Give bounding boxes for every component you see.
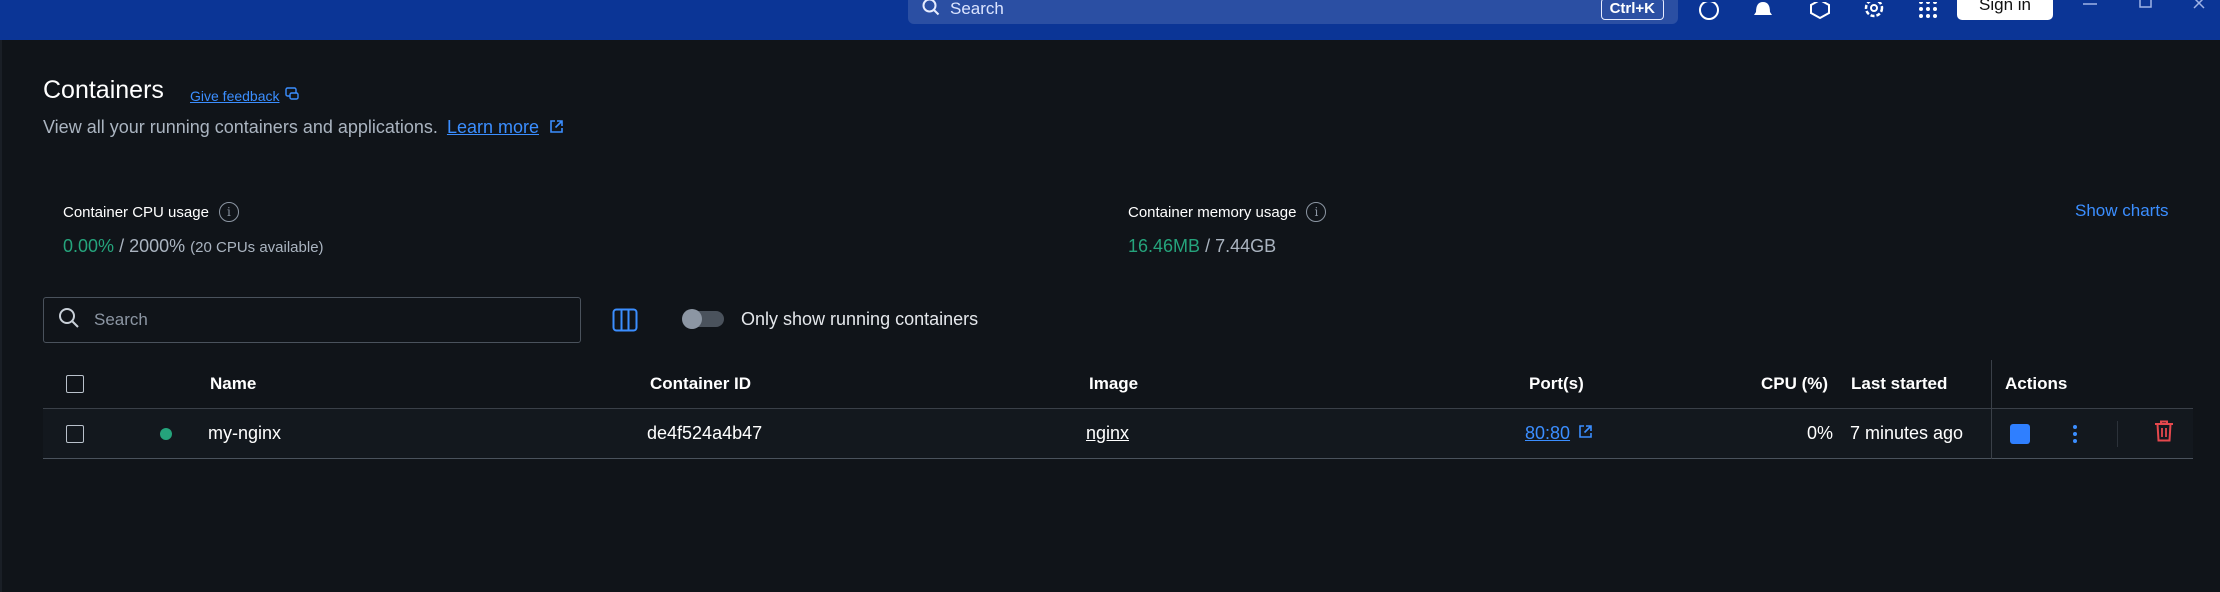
- select-all-checkbox[interactable]: [66, 375, 84, 393]
- more-actions-cell: [2073, 409, 2077, 458]
- page-subtitle: View all your running containers and app…: [43, 117, 564, 139]
- apps-grid-icon[interactable]: [1916, 2, 1940, 26]
- row-select-checkbox[interactable]: [66, 424, 84, 443]
- containers-table: Name Container ID Image Port(s) CPU (%) …: [43, 360, 2193, 459]
- minimize-window-icon[interactable]: [2080, 0, 2100, 14]
- memory-total: / 7.44GB: [1205, 236, 1277, 256]
- row-checkbox-cell: [66, 409, 84, 458]
- port-link[interactable]: 80:80: [1525, 423, 1570, 444]
- external-link-icon: [549, 118, 564, 139]
- memory-usage-value: 16.46MB / 7.44GB: [1128, 236, 1276, 257]
- cpu-total: / 2000%: [119, 236, 186, 256]
- columns-toggle-icon[interactable]: [610, 306, 640, 334]
- delete-trash-icon[interactable]: [2154, 420, 2174, 447]
- container-id: de4f524a4b47: [647, 423, 763, 443]
- help-icon[interactable]: [1697, 2, 1721, 26]
- table-row[interactable]: my-nginx de4f524a4b47 nginx 80:80 0% 7 m…: [43, 409, 2193, 459]
- ports-cell: 80:80: [1525, 409, 1593, 458]
- cpu-value: 0%: [1807, 423, 1834, 443]
- give-feedback-label: Give feedback: [190, 87, 280, 104]
- stop-cell: [2010, 409, 2030, 458]
- actions-divider: [2117, 421, 2118, 447]
- search-shortcut-badge: Ctrl+K: [1600, 0, 1664, 20]
- header-name[interactable]: Name: [210, 360, 256, 408]
- header-actions: Actions: [2005, 374, 2068, 393]
- restore-window-icon[interactable]: [2136, 0, 2156, 14]
- container-search-input[interactable]: [94, 310, 554, 330]
- header-last-started[interactable]: Last started: [1851, 360, 1947, 408]
- cpu-info-icon[interactable]: i: [218, 202, 239, 222]
- cpu-usage-value: 0.00% / 2000% (20 CPUs available): [63, 236, 324, 257]
- toggle-knob: [682, 309, 702, 329]
- delete-cell: [2154, 409, 2174, 458]
- table-header: Name Container ID Image Port(s) CPU (%) …: [43, 360, 2193, 409]
- global-search-placeholder: Search: [950, 0, 1004, 18]
- show-charts-button[interactable]: Show charts: [2075, 201, 2169, 221]
- memory-usage-label-text: Container memory usage: [1128, 203, 1297, 221]
- sign-in-button[interactable]: Sign in: [1957, 0, 2053, 20]
- cpu-usage-label-text: Container CPU usage: [63, 203, 209, 221]
- more-actions-icon[interactable]: [2073, 424, 2077, 443]
- global-search[interactable]: Search Ctrl+K: [908, 0, 1678, 24]
- notifications-bell-icon[interactable]: [1751, 2, 1775, 26]
- cpu-used: 0.00%: [63, 236, 115, 256]
- header-ports[interactable]: Port(s): [1529, 360, 1584, 408]
- image-link[interactable]: nginx: [1086, 409, 1129, 458]
- memory-usage-label: Container memory usage i: [1128, 202, 1327, 222]
- memory-info-icon[interactable]: i: [1306, 202, 1327, 222]
- page-title: Containers: [43, 76, 164, 104]
- container-name[interactable]: my-nginx: [208, 409, 281, 458]
- last-started-value: 7 minutes ago: [1850, 423, 1964, 443]
- title-bar: Search Ctrl+K Sign in: [0, 0, 2220, 40]
- external-link-icon[interactable]: [1578, 423, 1593, 444]
- sidebar-edge: [0, 40, 2, 592]
- settings-gear-icon[interactable]: [1862, 2, 1886, 26]
- status-cell: [160, 409, 172, 458]
- header-cpu[interactable]: CPU (%): [1761, 360, 1828, 408]
- cpu-available-note: (20 CPUs available): [190, 239, 324, 256]
- search-icon: [922, 0, 940, 21]
- header-image[interactable]: Image: [1089, 360, 1138, 408]
- actions-column-separator: [1991, 360, 1992, 459]
- running-status-dot: [160, 427, 172, 440]
- running-only-label: Only show running containers: [741, 309, 979, 329]
- feedback-chat-icon: [284, 87, 299, 104]
- cpu-usage-label: Container CPU usage i: [63, 202, 239, 222]
- container-search-field[interactable]: [43, 297, 581, 343]
- learn-more-link[interactable]: Learn more: [447, 117, 539, 137]
- running-only-toggle[interactable]: [682, 309, 724, 329]
- header-container-id[interactable]: Container ID: [650, 360, 751, 408]
- close-window-icon[interactable]: [2190, 0, 2210, 14]
- stop-container-button[interactable]: [2010, 423, 2030, 444]
- extensions-icon[interactable]: [1808, 2, 1832, 26]
- page-subtitle-text: View all your running containers and app…: [43, 117, 438, 137]
- memory-used: 16.46MB: [1128, 236, 1201, 256]
- give-feedback-link[interactable]: Give feedback: [190, 87, 299, 104]
- search-icon: [58, 307, 80, 334]
- header-checkbox-cell: [66, 360, 84, 408]
